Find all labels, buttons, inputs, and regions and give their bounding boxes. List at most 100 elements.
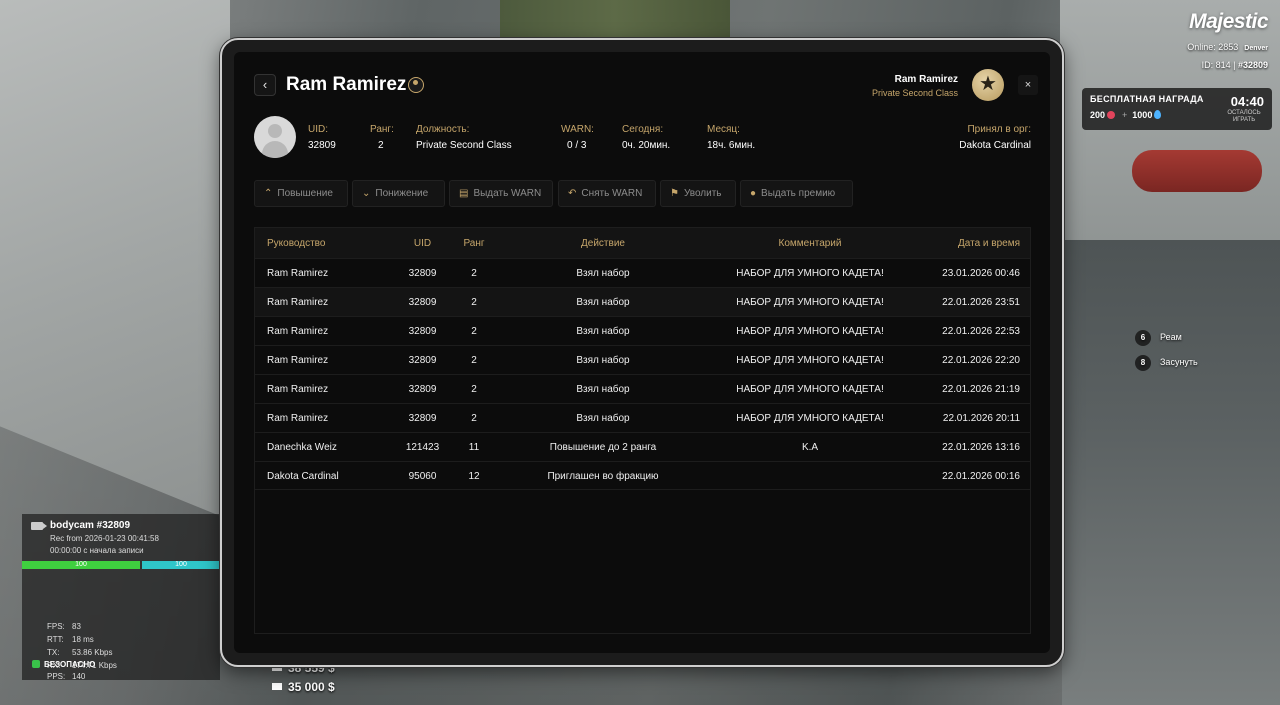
undo-icon: ↶	[568, 188, 577, 199]
arrow-up-icon: ⌃	[264, 188, 273, 199]
cell-uid: 32809	[408, 326, 437, 337]
stat-rtt: RTT: 18 ms	[47, 635, 94, 644]
history-table: Руководство UID Ранг Действие Комментари…	[254, 227, 1031, 634]
shield-icon	[32, 660, 40, 668]
cell-action: Взял набор	[576, 413, 630, 424]
cell-rank: 2	[471, 297, 477, 308]
avatar-body	[262, 141, 288, 158]
bank-value: 35 000 $	[288, 680, 335, 694]
uid-value: 32809	[308, 140, 336, 151]
background-wall	[0, 0, 230, 520]
cell-uid: 32809	[408, 297, 437, 308]
promote-button[interactable]: ⌃ Повышение	[254, 180, 348, 207]
drop-icon	[1154, 110, 1162, 119]
reward-plus: +	[1122, 110, 1128, 120]
back-button[interactable]: ‹	[254, 74, 276, 96]
cell-rank: 12	[468, 471, 480, 482]
avatar	[254, 116, 296, 158]
cell-leader: Ram Ramirez	[267, 413, 329, 424]
key-cap: 8	[1135, 355, 1151, 371]
cell-action: Приглашен во фракцию	[547, 471, 659, 482]
reward-drops: 1000	[1132, 110, 1153, 120]
today-label: Сегодня:	[622, 124, 664, 135]
cell-rank: 2	[471, 326, 477, 337]
cell-comment: НАБОР ДЛЯ УМНОГО КАДЕТА!	[736, 413, 884, 424]
close-button[interactable]: ×	[1018, 75, 1038, 95]
cell-datetime: 22.01.2026 23:51	[942, 297, 1020, 308]
cell-leader: Ram Ramirez	[267, 297, 329, 308]
current-user-rank: Private Second Class	[871, 88, 958, 98]
camera-icon	[31, 522, 47, 530]
cell-action: Взял набор	[576, 297, 630, 308]
give-bonus-button[interactable]: ● Выдать премию	[740, 180, 853, 207]
table-row: Ram Ramirez 32809 2 Взял набор НАБОР ДЛЯ…	[255, 345, 1030, 374]
stat-key: FPS:	[47, 622, 65, 631]
table-row: Ram Ramirez 32809 2 Взял набор НАБОР ДЛЯ…	[255, 258, 1030, 287]
col-header-leader: Руководство	[267, 238, 326, 249]
gem-icon	[1107, 111, 1116, 119]
current-user: Ram Ramirez Private Second Class	[872, 74, 958, 98]
demote-label: Понижение	[375, 188, 429, 199]
cell-action: Взял набор	[576, 355, 630, 366]
cell-rank: 2	[471, 384, 477, 395]
position-value: Private Second Class	[416, 140, 512, 151]
cell-leader: Ram Ramirez	[267, 326, 329, 337]
cell-action: Повышение до 2 ранга	[549, 442, 657, 453]
reward-timer: 04:40	[1230, 94, 1264, 109]
online-text: Online: 2853	[1187, 42, 1239, 52]
online-counter: Online: 2853 Denver	[1187, 42, 1268, 52]
cell-comment: НАБОР ДЛЯ УМНОГО КАДЕТА!	[736, 268, 884, 279]
give-warn-button[interactable]: ▤ Выдать WARN	[449, 180, 553, 207]
stat-pps: PPS: 140	[47, 672, 85, 681]
cell-uid: 121423	[405, 442, 440, 453]
table-row: Ram Ramirez 32809 2 Взял набор НАБОР ДЛЯ…	[255, 403, 1030, 432]
cell-datetime: 22.01.2026 13:16	[942, 442, 1020, 453]
server-name: Denver	[1244, 45, 1268, 52]
member-name: Ram Ramirez	[286, 74, 407, 95]
bodycam-title: bodycam #32809	[50, 520, 131, 531]
bodycam-overlay: bodycam #32809 Rec from 2026-01-23 00:41…	[22, 514, 220, 681]
coin-icon: ●	[750, 188, 757, 199]
cell-datetime: 22.01.2026 22:20	[942, 355, 1020, 366]
dismiss-button[interactable]: ⚑ Уволить	[660, 180, 736, 207]
current-user-name: Ram Ramirez	[894, 74, 958, 85]
table-row: Dakota Cardinal 95060 12 Приглашен во фр…	[255, 461, 1030, 490]
cell-uid: 95060	[408, 471, 437, 482]
document-icon: ▤	[459, 188, 469, 199]
col-header-uid: UID	[413, 238, 432, 249]
health-bar: 100	[22, 561, 140, 569]
cell-rank: 2	[471, 355, 477, 366]
demote-button[interactable]: ⌄ Понижение	[352, 180, 445, 207]
table-row: Ram Ramirez 32809 2 Взял набор НАБОР ДЛЯ…	[255, 316, 1030, 345]
background-grass	[500, 0, 730, 42]
col-header-datetime: Дата и время	[957, 238, 1020, 249]
profile-icon[interactable]	[408, 77, 424, 93]
card-icon	[272, 683, 282, 690]
dismiss-icon: ⚑	[670, 188, 679, 199]
cell-rank: 2	[471, 268, 477, 279]
reward-timer-caption: ОСТАЛОСЬ ИГРАТЬ	[1227, 110, 1261, 123]
stat-key: RTT:	[47, 635, 64, 644]
cell-comment: НАБОР ДЛЯ УМНОГО КАДЕТА!	[736, 297, 884, 308]
dismiss-label: Уволить	[683, 188, 722, 199]
reward-coins: 200	[1090, 110, 1106, 120]
player-id: ID: 814 | #32809	[1202, 60, 1268, 70]
safe-zone-indicator: БЕЗОПАСНО	[22, 660, 95, 669]
key-hint-8: 8 Засунуть	[1135, 355, 1198, 371]
safe-zone-label: БЕЗОПАСНО	[44, 660, 96, 669]
background-tank	[1132, 150, 1262, 192]
month-value: 18ч. 6мин.	[707, 140, 756, 151]
table-row: Ram Ramirez 32809 2 Взял набор НАБОР ДЛЯ…	[255, 374, 1030, 403]
cell-comment: K.A	[801, 442, 819, 453]
cell-leader: Ram Ramirez	[267, 355, 329, 366]
stat-value: 140	[72, 672, 86, 681]
month-label: Месяц:	[707, 124, 740, 135]
remove-warn-button[interactable]: ↶ Снять WARN	[558, 180, 656, 207]
cell-action: Взял набор	[576, 384, 630, 395]
cell-action: Взял набор	[576, 326, 630, 337]
stat-value: 18 ms	[72, 635, 94, 644]
today-value: 0ч. 20мин.	[622, 140, 671, 151]
table-row: Ram Ramirez 32809 2 Взял набор НАБОР ДЛЯ…	[255, 287, 1030, 316]
free-reward-panel[interactable]: БЕСПЛАТНАЯ НАГРАДА 200 +1000 04:40 ОСТАЛО…	[1082, 88, 1272, 130]
stat-key: TX:	[47, 648, 60, 657]
